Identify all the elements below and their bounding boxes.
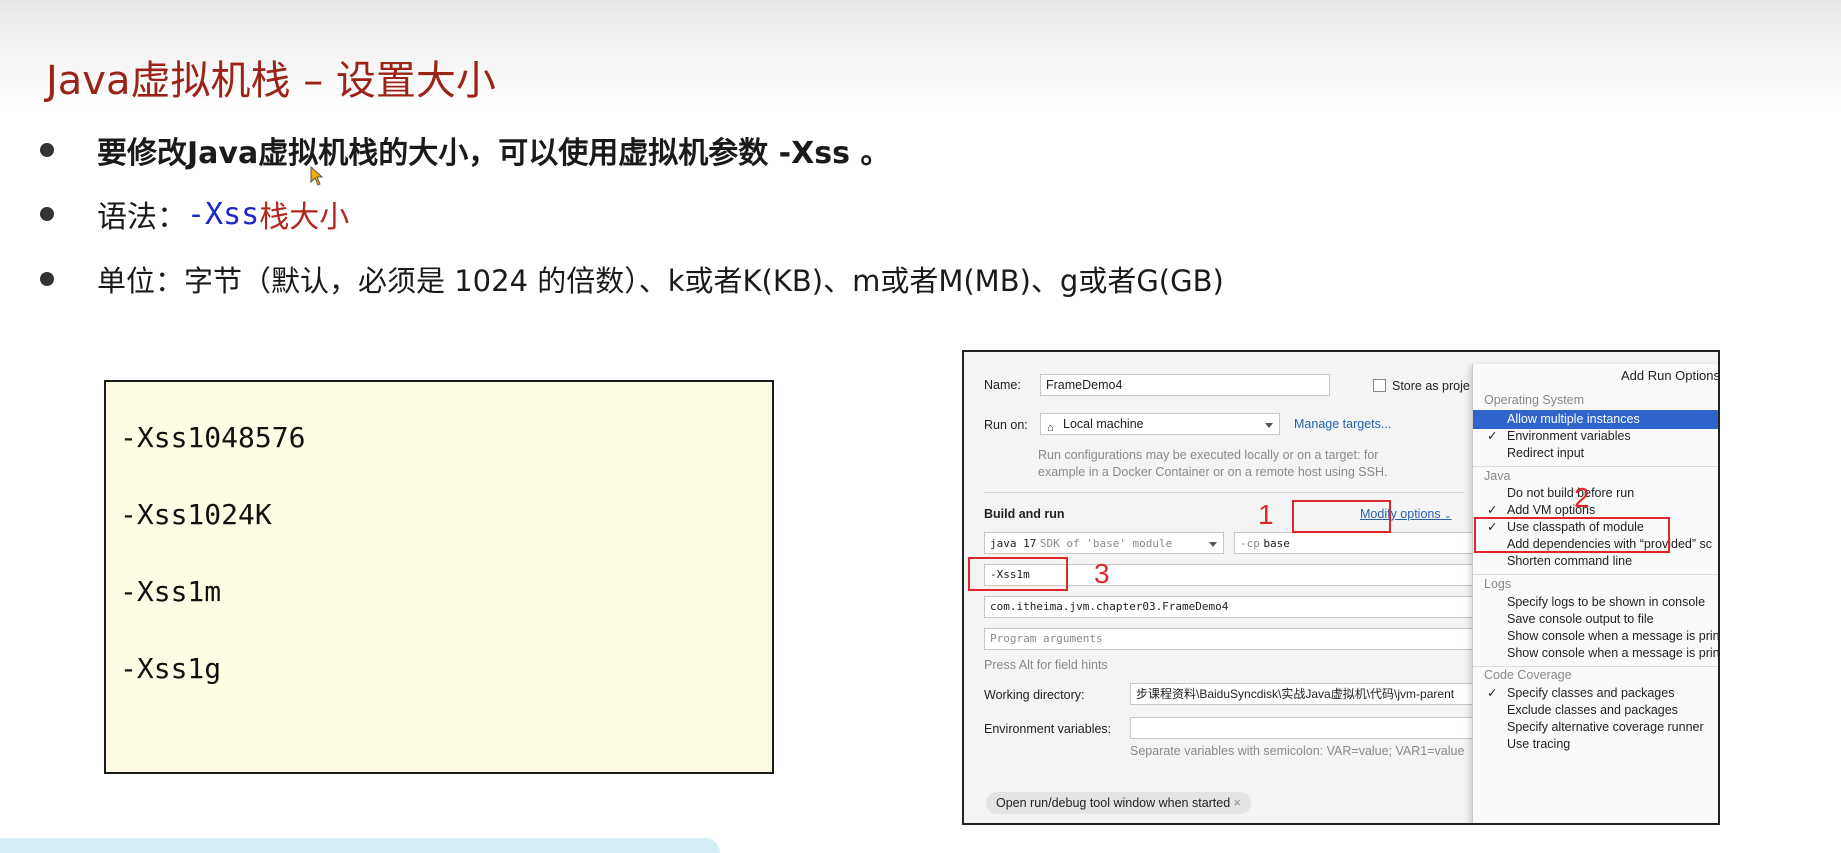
section-code-coverage: Code Coverage — [1484, 668, 1572, 682]
add-run-options-popup: Add Run Options Operating System Allow m… — [1472, 364, 1720, 823]
option-label: Allow multiple instances — [1507, 412, 1640, 426]
environment-variables-field[interactable] — [1130, 717, 1474, 739]
option-label: Specify logs to be shown in console — [1507, 595, 1706, 609]
bullet-dot — [40, 143, 54, 157]
mouse-cursor-icon — [310, 165, 324, 190]
option-label: Show console when a message is prin — [1507, 646, 1720, 660]
marker-2: 2 — [1574, 482, 1590, 513]
modify-options-highlight — [1292, 500, 1391, 533]
option-shorten-command-line[interactable]: Shorten command line — [1473, 552, 1718, 571]
option-redirect-input[interactable]: Redirect input — [1473, 444, 1718, 463]
close-icon[interactable]: × — [1234, 796, 1241, 810]
alt-hint: Press Alt for field hints — [984, 658, 1108, 672]
manage-targets-link[interactable]: Manage targets... — [1294, 417, 1391, 431]
section-logs: Logs — [1484, 577, 1512, 591]
divider — [984, 492, 1464, 493]
run-hint-line2: example in a Docker Container or on a re… — [1038, 465, 1388, 479]
section-operating-system: Operating System — [1484, 393, 1585, 407]
code-line: -Xss1024K — [120, 498, 272, 531]
run-on-label: Run on: — [984, 418, 1028, 432]
cp-value: base — [1263, 537, 1290, 550]
name-field[interactable]: FrameDemo4 — [1040, 374, 1330, 396]
working-directory-field[interactable]: 步课程资料\BaiduSyncdisk\实战Java虚拟机\代码\jvm-par… — [1130, 683, 1474, 705]
program-arguments-field[interactable]: Program arguments — [984, 628, 1474, 650]
run-config-dialog: Name: FrameDemo4 Store as proje Run on: … — [962, 350, 1720, 825]
code-line: -Xss1m — [120, 575, 222, 608]
build-and-run-heading: Build and run — [984, 507, 1065, 521]
divider — [1473, 574, 1718, 575]
chevron-down-icon: ⌄ — [1444, 510, 1452, 520]
sdk-value: java 17 — [990, 537, 1037, 550]
marker-1: 1 — [1258, 499, 1274, 530]
option-label: Redirect input — [1507, 446, 1585, 460]
divider — [1473, 666, 1718, 667]
chevron-down-icon — [1209, 542, 1217, 547]
run-hint-line1: Run configurations may be executed local… — [1038, 448, 1379, 462]
environment-variables-label: Environment variables: — [984, 722, 1112, 736]
syntax-label: 语法： — [97, 200, 187, 235]
name-label: Name: — [984, 378, 1021, 392]
option-show-console-stderr[interactable]: Show console when a message is prin — [1473, 644, 1720, 663]
store-as-project-label: Store as proje — [1392, 379, 1470, 393]
bullet-units: 单位：字节（默认，必须是 1024 的倍数）、k或者K(KB)、m或者M(MB)… — [40, 258, 1224, 300]
code-line: -Xss1048576 — [120, 421, 306, 454]
add-vm-options-highlight — [1474, 517, 1670, 553]
env-hint: Separate variables with semicolon: VAR=v… — [1130, 744, 1465, 758]
bullet-text: 要修改Java虚拟机栈的大小，可以使用虚拟机参数 -Xss 。 — [97, 136, 891, 171]
classpath-field[interactable]: -cp base — [1234, 532, 1474, 554]
vm-options-highlight — [968, 557, 1068, 591]
option-use-tracing[interactable]: Use tracing — [1473, 735, 1718, 754]
run-on-value: Local machine — [1063, 417, 1144, 431]
cp-label: -cp — [1240, 537, 1260, 550]
slide-title: Java虚拟机栈 – 设置大小 — [46, 58, 496, 104]
syntax-flag: -Xss — [187, 196, 260, 232]
option-label: Show console when a message is prin — [1507, 629, 1720, 643]
syntax-value: 栈大小 — [259, 200, 350, 235]
popup-header: Add Run Options — [1620, 368, 1720, 383]
store-as-project-checkbox[interactable] — [1373, 379, 1386, 392]
option-label: Use tracing — [1507, 737, 1571, 751]
code-example-box: -Xss1048576 -Xss1024K -Xss1m -Xss1g — [104, 380, 774, 774]
bullet-dot — [40, 272, 54, 286]
bullet-text: 单位：字节（默认，必须是 1024 的倍数）、k或者K(KB)、m或者M(MB)… — [97, 264, 1224, 298]
code-line: -Xss1g — [120, 652, 222, 685]
decorative-wave — [0, 838, 720, 853]
open-tool-window-label: Open run/debug tool window when started — [996, 796, 1231, 810]
bullet-syntax: 语法： -Xss 栈大小 — [40, 192, 349, 236]
main-class-field[interactable]: com.itheima.jvm.chapter03.FrameDemo4 — [984, 596, 1474, 618]
working-directory-label: Working directory: — [984, 688, 1085, 702]
option-label: Do not build before run — [1507, 486, 1635, 500]
option-label: Environment variables — [1507, 429, 1631, 443]
chevron-down-icon — [1265, 423, 1273, 428]
home-icon: ⌂ — [1047, 422, 1054, 434]
option-label: Exclude classes and packages — [1507, 703, 1678, 717]
option-label: Shorten command line — [1507, 554, 1633, 568]
marker-3: 3 — [1094, 558, 1110, 589]
section-java: Java — [1484, 469, 1511, 483]
bullet-xss-intro: 要修改Java虚拟机栈的大小，可以使用虚拟机参数 -Xss 。 — [40, 128, 890, 172]
divider — [1473, 466, 1718, 467]
bullet-dot — [40, 207, 54, 221]
option-label: Specify classes and packages — [1507, 686, 1675, 700]
sdk-select[interactable]: java 17 SDK of 'base' module — [984, 532, 1224, 554]
run-on-select[interactable]: ⌂ Local machine — [1040, 413, 1280, 435]
option-label: Save console output to file — [1507, 612, 1654, 626]
open-tool-window-chip[interactable]: Open run/debug tool window when started … — [986, 792, 1251, 814]
sdk-hint: SDK of 'base' module — [1039, 537, 1173, 550]
option-label: Specify alternative coverage runner — [1507, 720, 1704, 734]
